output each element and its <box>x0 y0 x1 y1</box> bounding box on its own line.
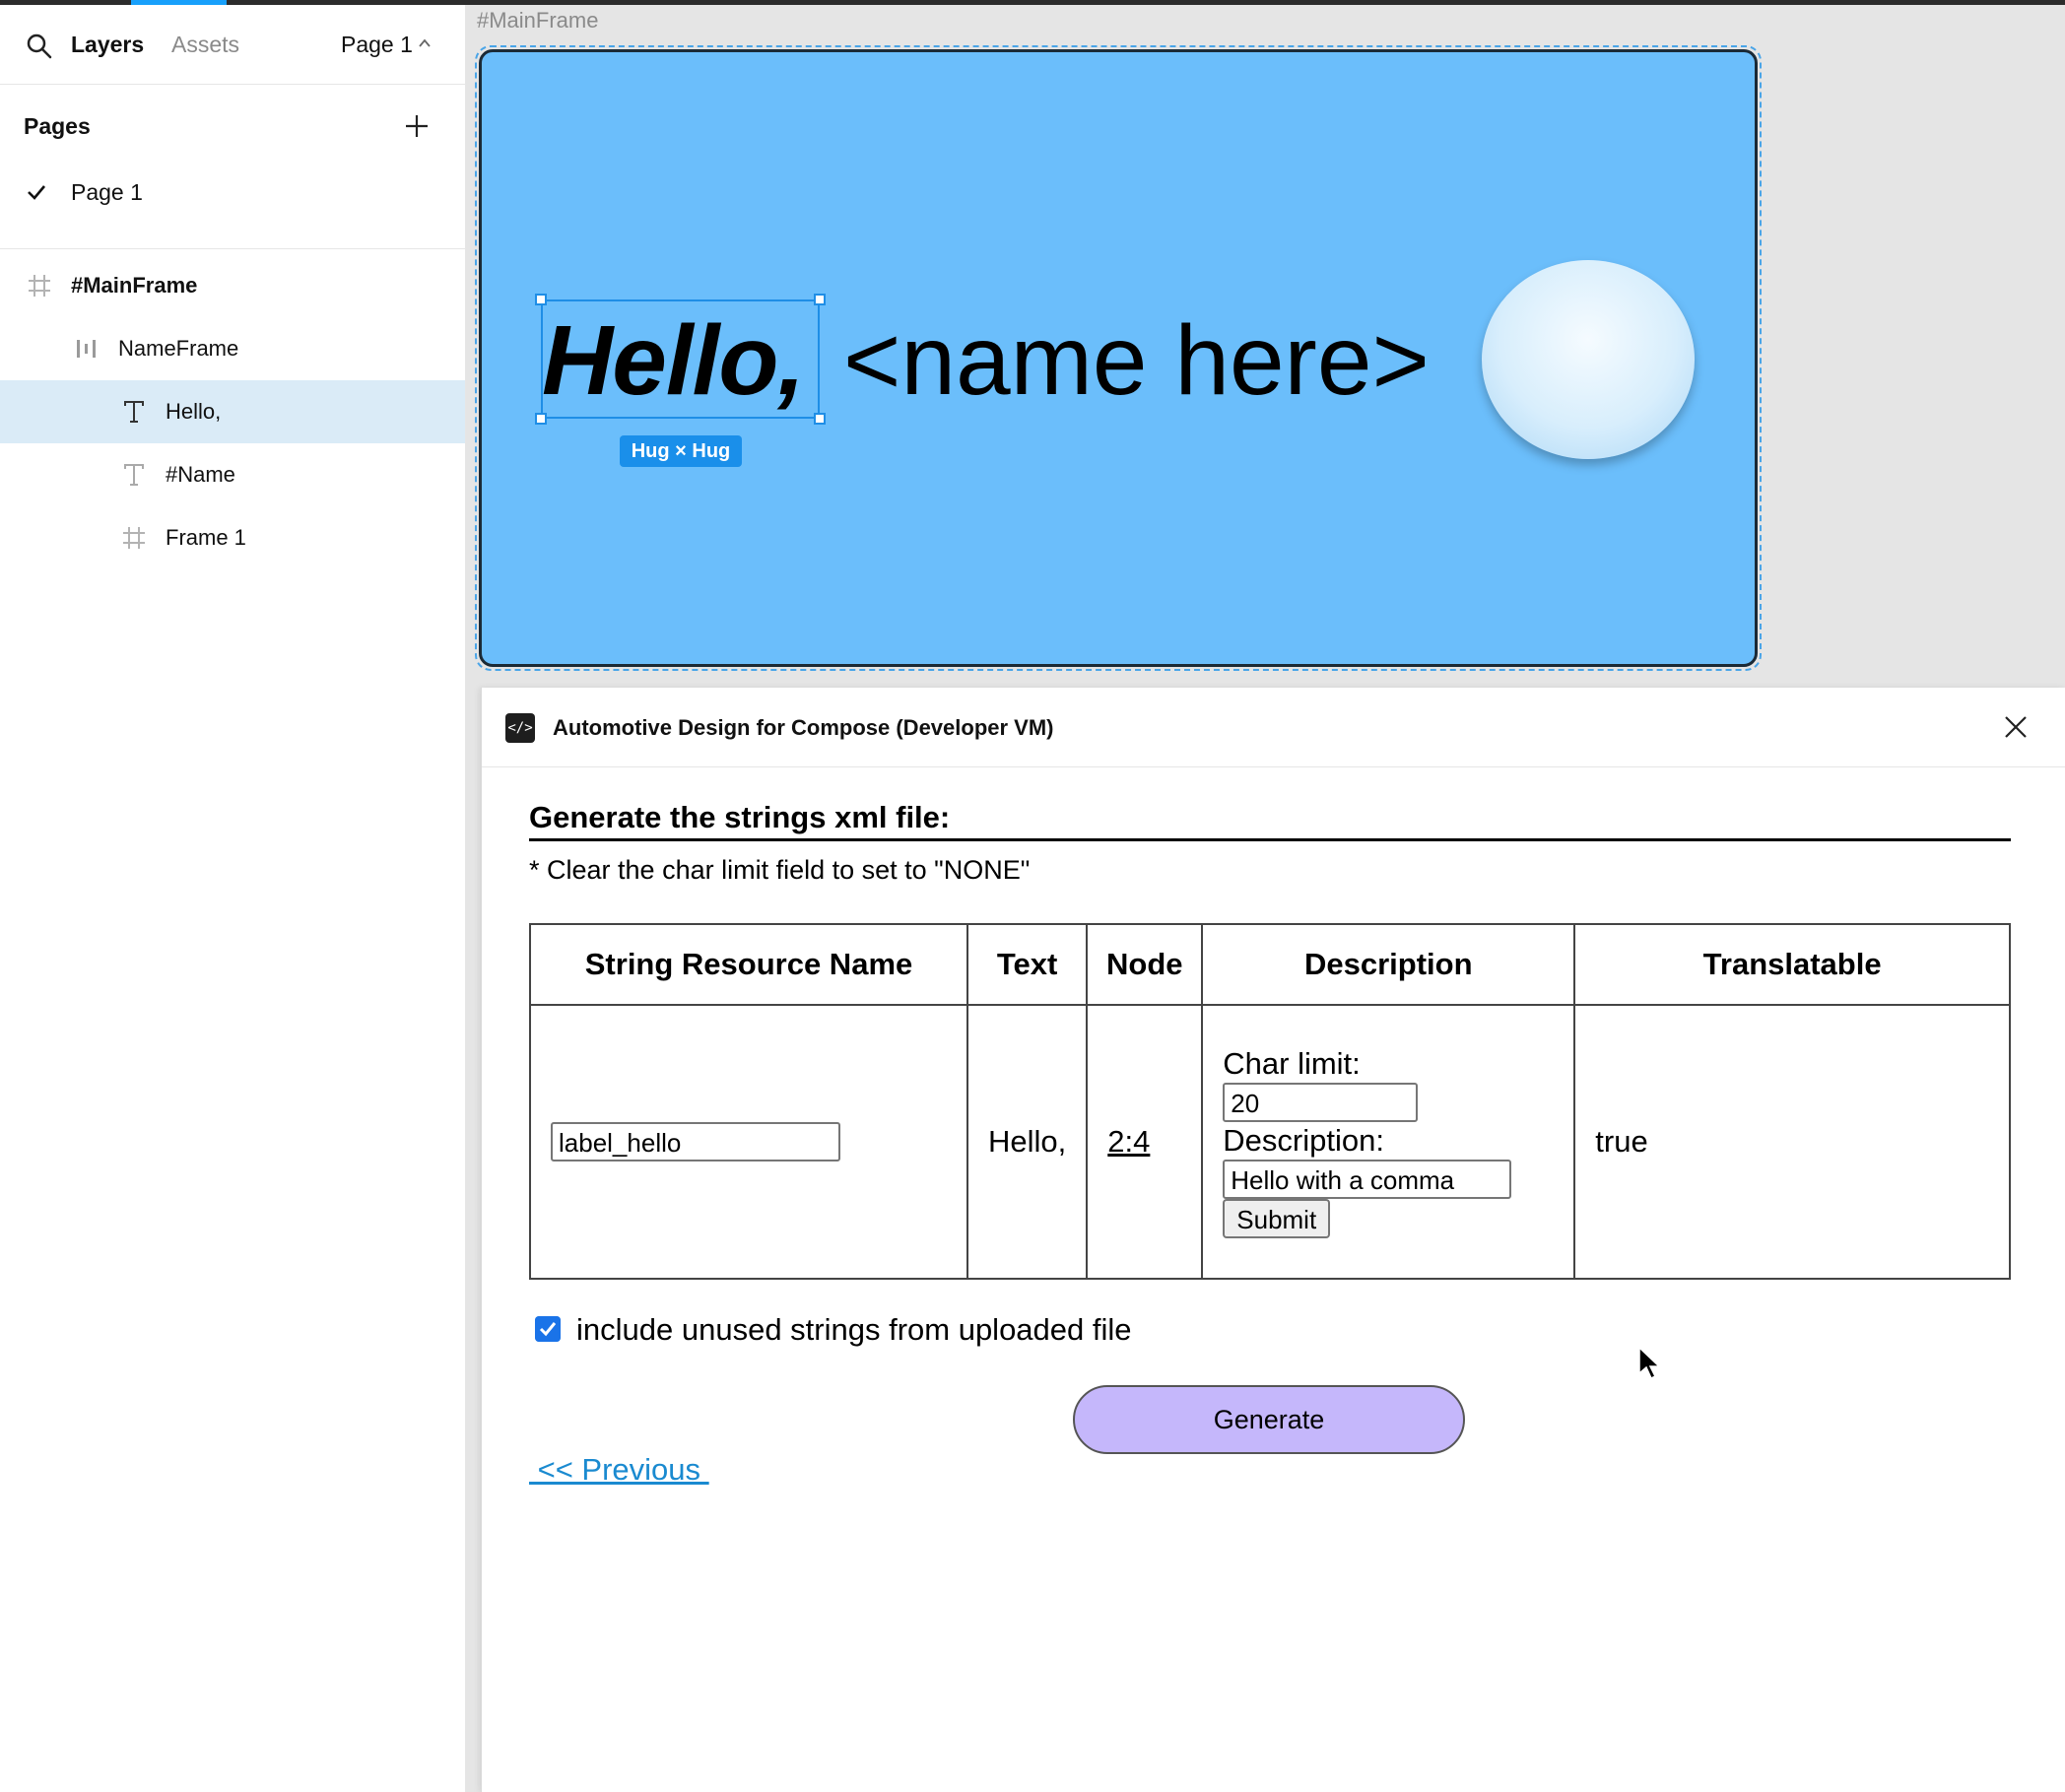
plugin-panel: </> Automotive Design for Compose (Devel… <box>481 688 2065 1792</box>
char-limit-label: Char limit: <box>1223 1046 1361 1081</box>
text-icon <box>124 464 144 486</box>
description-cell: Char limit: 20 Description: Hello with a… <box>1201 1004 1576 1280</box>
layer-hello-text[interactable]: Hello, <box>0 380 465 443</box>
auto-layout-icon <box>77 340 96 358</box>
add-page-icon[interactable] <box>402 111 432 141</box>
previous-link[interactable]: << Previous <box>529 1452 709 1488</box>
page-item-page-1[interactable]: Page 1 <box>0 163 465 222</box>
code-icon: </> <box>505 713 535 743</box>
frame-icon <box>29 275 50 297</box>
column-header: Node <box>1086 923 1204 1006</box>
layer-name-text[interactable]: #Name <box>0 443 465 506</box>
avatar-circle[interactable] <box>1482 260 1695 459</box>
mouse-cursor-icon <box>1638 1346 1661 1380</box>
include-unused-label[interactable]: include unused strings from uploaded fil… <box>576 1312 1132 1348</box>
column-header: Translatable <box>1573 923 2011 1006</box>
plugin-header: </> Automotive Design for Compose (Devel… <box>482 688 2065 767</box>
page-item-label: Page 1 <box>71 179 143 205</box>
close-icon[interactable] <box>2003 714 2029 740</box>
layer-label: NameFrame <box>118 336 239 361</box>
tab-layers[interactable]: Layers <box>71 32 144 58</box>
frame-icon <box>123 527 145 549</box>
translatable-cell: true <box>1573 1004 2011 1280</box>
table-row: label_hello Hello, 2:4 Char limit: 20 De… <box>529 1004 2011 1280</box>
description-label: Description: <box>1223 1123 1384 1158</box>
checkmark-icon <box>28 185 45 200</box>
layer-label: Frame 1 <box>166 525 246 550</box>
column-header: Description <box>1201 923 1576 1006</box>
resize-handle[interactable] <box>535 294 547 305</box>
divider <box>0 248 465 249</box>
size-badge: Hug × Hug <box>620 435 742 467</box>
generate-button[interactable]: Generate <box>1073 1385 1465 1454</box>
page-selector[interactable]: Page 1 <box>341 32 413 58</box>
hint-text: * Clear the char limit field to set to "… <box>529 855 1031 885</box>
sidebar-tabs: Layers Assets Page 1 <box>0 5 465 85</box>
table-header-row: String Resource Name Text Node Descripti… <box>529 923 2011 1006</box>
column-header: String Resource Name <box>529 923 968 1006</box>
chevron-up-icon[interactable] <box>418 36 432 50</box>
node-link[interactable]: 2:4 <box>1107 1124 1150 1159</box>
column-header: Text <box>966 923 1089 1006</box>
description-input[interactable]: Hello with a comma <box>1223 1160 1512 1199</box>
submit-button[interactable]: Submit <box>1223 1199 1331 1238</box>
tab-assets[interactable]: Assets <box>171 32 239 58</box>
resize-handle[interactable] <box>535 413 547 425</box>
search-icon[interactable] <box>26 33 53 60</box>
text-icon <box>124 401 144 423</box>
layer-nameframe[interactable]: NameFrame <box>0 317 465 380</box>
selection-box <box>541 299 820 419</box>
char-limit-input[interactable]: 20 <box>1223 1083 1419 1122</box>
include-unused-checkbox[interactable] <box>535 1316 561 1342</box>
layer-frame-1[interactable]: Frame 1 <box>0 506 465 569</box>
section-heading: Generate the strings xml file: <box>529 800 951 834</box>
resize-handle[interactable] <box>814 413 826 425</box>
layer-label: #Name <box>166 462 235 487</box>
frame-name-label[interactable]: #MainFrame <box>477 8 598 33</box>
resize-handle[interactable] <box>814 294 826 305</box>
layers-sidebar: Layers Assets Page 1 Pages Page 1 #MainF… <box>0 5 466 1792</box>
resource-name-input[interactable]: label_hello <box>551 1122 840 1161</box>
name-text-node[interactable]: <name here> <box>843 301 1430 420</box>
layer-mainframe[interactable]: #MainFrame <box>0 254 465 317</box>
layer-label: #MainFrame <box>71 273 198 298</box>
resource-name-cell: label_hello <box>529 1004 968 1280</box>
plugin-title: Automotive Design for Compose (Developer… <box>553 715 1054 740</box>
layer-label: Hello, <box>166 399 222 424</box>
heading-underline <box>529 838 2011 841</box>
node-cell: 2:4 <box>1086 1004 1204 1280</box>
text-cell: Hello, <box>966 1004 1089 1280</box>
pages-heading: Pages <box>24 113 91 139</box>
strings-table: String Resource Name Text Node Descripti… <box>529 923 2011 1280</box>
